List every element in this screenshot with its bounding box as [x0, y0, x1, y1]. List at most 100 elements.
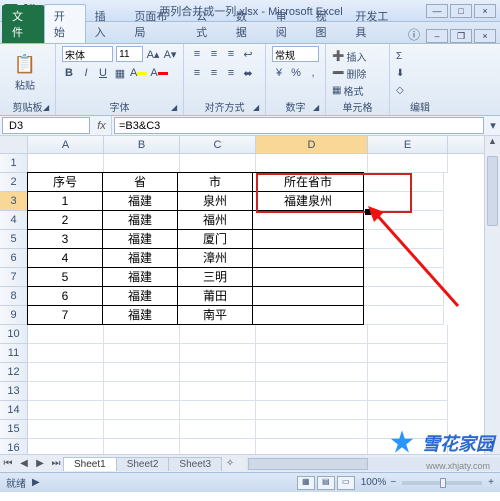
number-launcher-icon[interactable]: ◢ [313, 103, 323, 113]
cell-C5[interactable]: 厦门 [177, 229, 253, 249]
cell-B14[interactable] [104, 401, 180, 420]
cell-C1[interactable] [180, 154, 256, 173]
maximize-button[interactable]: □ [450, 4, 472, 18]
col-header-A[interactable]: A [28, 136, 104, 153]
bold-button[interactable]: B [62, 65, 76, 81]
cell-D14[interactable] [256, 401, 368, 420]
view-pagebreak-icon[interactable]: ▭ [337, 476, 355, 490]
row-header-7[interactable]: 7 [0, 268, 28, 287]
cell-D8[interactable] [252, 286, 364, 306]
cell-E7[interactable] [364, 268, 444, 287]
cell-A13[interactable] [28, 382, 104, 401]
macro-record-icon[interactable]: ▶ [32, 477, 40, 488]
column-headers[interactable]: ABCDE [28, 136, 484, 154]
cell-B4[interactable]: 福建 [102, 210, 178, 230]
align-center-icon[interactable]: ≡ [207, 65, 221, 81]
cell-C13[interactable] [180, 382, 256, 401]
row-header-14[interactable]: 14 [0, 401, 28, 420]
row-header-8[interactable]: 8 [0, 287, 28, 306]
cell-A11[interactable] [28, 344, 104, 363]
fill-button[interactable]: ⬇ [396, 65, 444, 81]
zoom-slider[interactable] [402, 481, 482, 485]
cell-A3[interactable]: 1 [27, 191, 103, 211]
cell-B13[interactable] [104, 382, 180, 401]
col-header-E[interactable]: E [368, 136, 448, 153]
sheet-tab-1[interactable]: Sheet1 [63, 457, 117, 471]
new-sheet-icon[interactable]: ✧ [222, 458, 238, 469]
cell-D2[interactable]: 所在省市 [252, 172, 364, 192]
align-left-icon[interactable]: ≡ [190, 65, 204, 81]
cell-A7[interactable]: 5 [27, 267, 103, 287]
cell-E5[interactable] [364, 230, 444, 249]
align-bottom-icon[interactable]: ≡ [224, 46, 238, 62]
sheet-nav-first-icon[interactable]: ⏮ [0, 458, 16, 469]
view-normal-icon[interactable]: ▦ [297, 476, 315, 490]
cell-E10[interactable] [368, 325, 448, 344]
merge-icon[interactable]: ⬌ [241, 65, 255, 81]
cell-D4[interactable] [252, 210, 364, 230]
row-header-2[interactable]: 2 [0, 173, 28, 192]
row-headers[interactable]: 12345678910111213141516 [0, 154, 28, 454]
font-color-icon[interactable]: A [150, 65, 167, 81]
fill-handle[interactable] [365, 209, 371, 215]
font-name-combo[interactable]: 宋体 [62, 46, 113, 62]
shrink-font-icon[interactable]: A▾ [163, 46, 177, 62]
clipboard-launcher-icon[interactable]: ◢ [43, 103, 53, 113]
formula-bar-expand-icon[interactable]: ▾ [486, 116, 500, 135]
align-top-icon[interactable]: ≡ [190, 46, 204, 62]
cell-C16[interactable] [180, 439, 256, 454]
row-header-13[interactable]: 13 [0, 382, 28, 401]
row-header-6[interactable]: 6 [0, 249, 28, 268]
cell-B5[interactable]: 福建 [102, 229, 178, 249]
cell-C2[interactable]: 市 [177, 172, 253, 192]
cell-B1[interactable] [104, 154, 180, 173]
cell-E4[interactable] [364, 211, 444, 230]
hscroll-thumb[interactable] [248, 458, 368, 470]
tab-home[interactable]: 开始 [44, 4, 86, 43]
cell-A16[interactable] [28, 439, 104, 454]
cell-B2[interactable]: 省 [102, 172, 178, 192]
tab-data[interactable]: 数据 [227, 5, 267, 43]
fx-icon[interactable]: fx [92, 116, 112, 135]
zoom-in-icon[interactable]: + [488, 477, 494, 488]
row-header-1[interactable]: 1 [0, 154, 28, 173]
cell-C10[interactable] [180, 325, 256, 344]
cell-D3[interactable]: 福建泉州 [252, 191, 364, 211]
tab-formulas[interactable]: 公式 [187, 5, 227, 43]
cell-A10[interactable] [28, 325, 104, 344]
cell-B12[interactable] [104, 363, 180, 382]
insert-cells-button[interactable]: ➕插入 [332, 48, 383, 64]
cell-C12[interactable] [180, 363, 256, 382]
cell-E6[interactable] [364, 249, 444, 268]
row-header-5[interactable]: 5 [0, 230, 28, 249]
row-header-16[interactable]: 16 [0, 439, 28, 454]
cell-B3[interactable]: 福建 [102, 191, 178, 211]
delete-cells-button[interactable]: ➖删除 [332, 65, 383, 81]
percent-icon[interactable]: % [289, 65, 303, 81]
cell-E3[interactable] [364, 192, 444, 211]
tab-developer[interactable]: 开发工具 [346, 5, 408, 43]
select-all-button[interactable] [0, 136, 28, 154]
cell-D12[interactable] [256, 363, 368, 382]
view-layout-icon[interactable]: ▤ [317, 476, 335, 490]
close-button[interactable]: × [474, 4, 496, 18]
align-right-icon[interactable]: ≡ [224, 65, 238, 81]
cell-E9[interactable] [364, 306, 444, 325]
cell-D11[interactable] [256, 344, 368, 363]
formula-bar[interactable]: =B3&C3 [114, 117, 484, 134]
workbook-restore-button[interactable]: ❐ [450, 29, 472, 43]
col-header-D[interactable]: D [256, 136, 368, 153]
currency-icon[interactable]: ¥ [272, 65, 286, 81]
font-size-combo[interactable]: 11 [116, 46, 143, 62]
cell-B6[interactable]: 福建 [102, 248, 178, 268]
tab-page-layout[interactable]: 页面布局 [125, 5, 187, 43]
comma-icon[interactable]: , [306, 65, 320, 81]
cell-A8[interactable]: 6 [27, 286, 103, 306]
name-box[interactable]: D3 [2, 117, 90, 134]
clear-button[interactable]: ◇ [396, 82, 444, 98]
cell-C8[interactable]: 莆田 [177, 286, 253, 306]
sheet-nav-last-icon[interactable]: ⏭ [48, 458, 64, 469]
scroll-up-icon[interactable]: ▲ [485, 136, 500, 152]
cell-C14[interactable] [180, 401, 256, 420]
col-header-B[interactable]: B [104, 136, 180, 153]
